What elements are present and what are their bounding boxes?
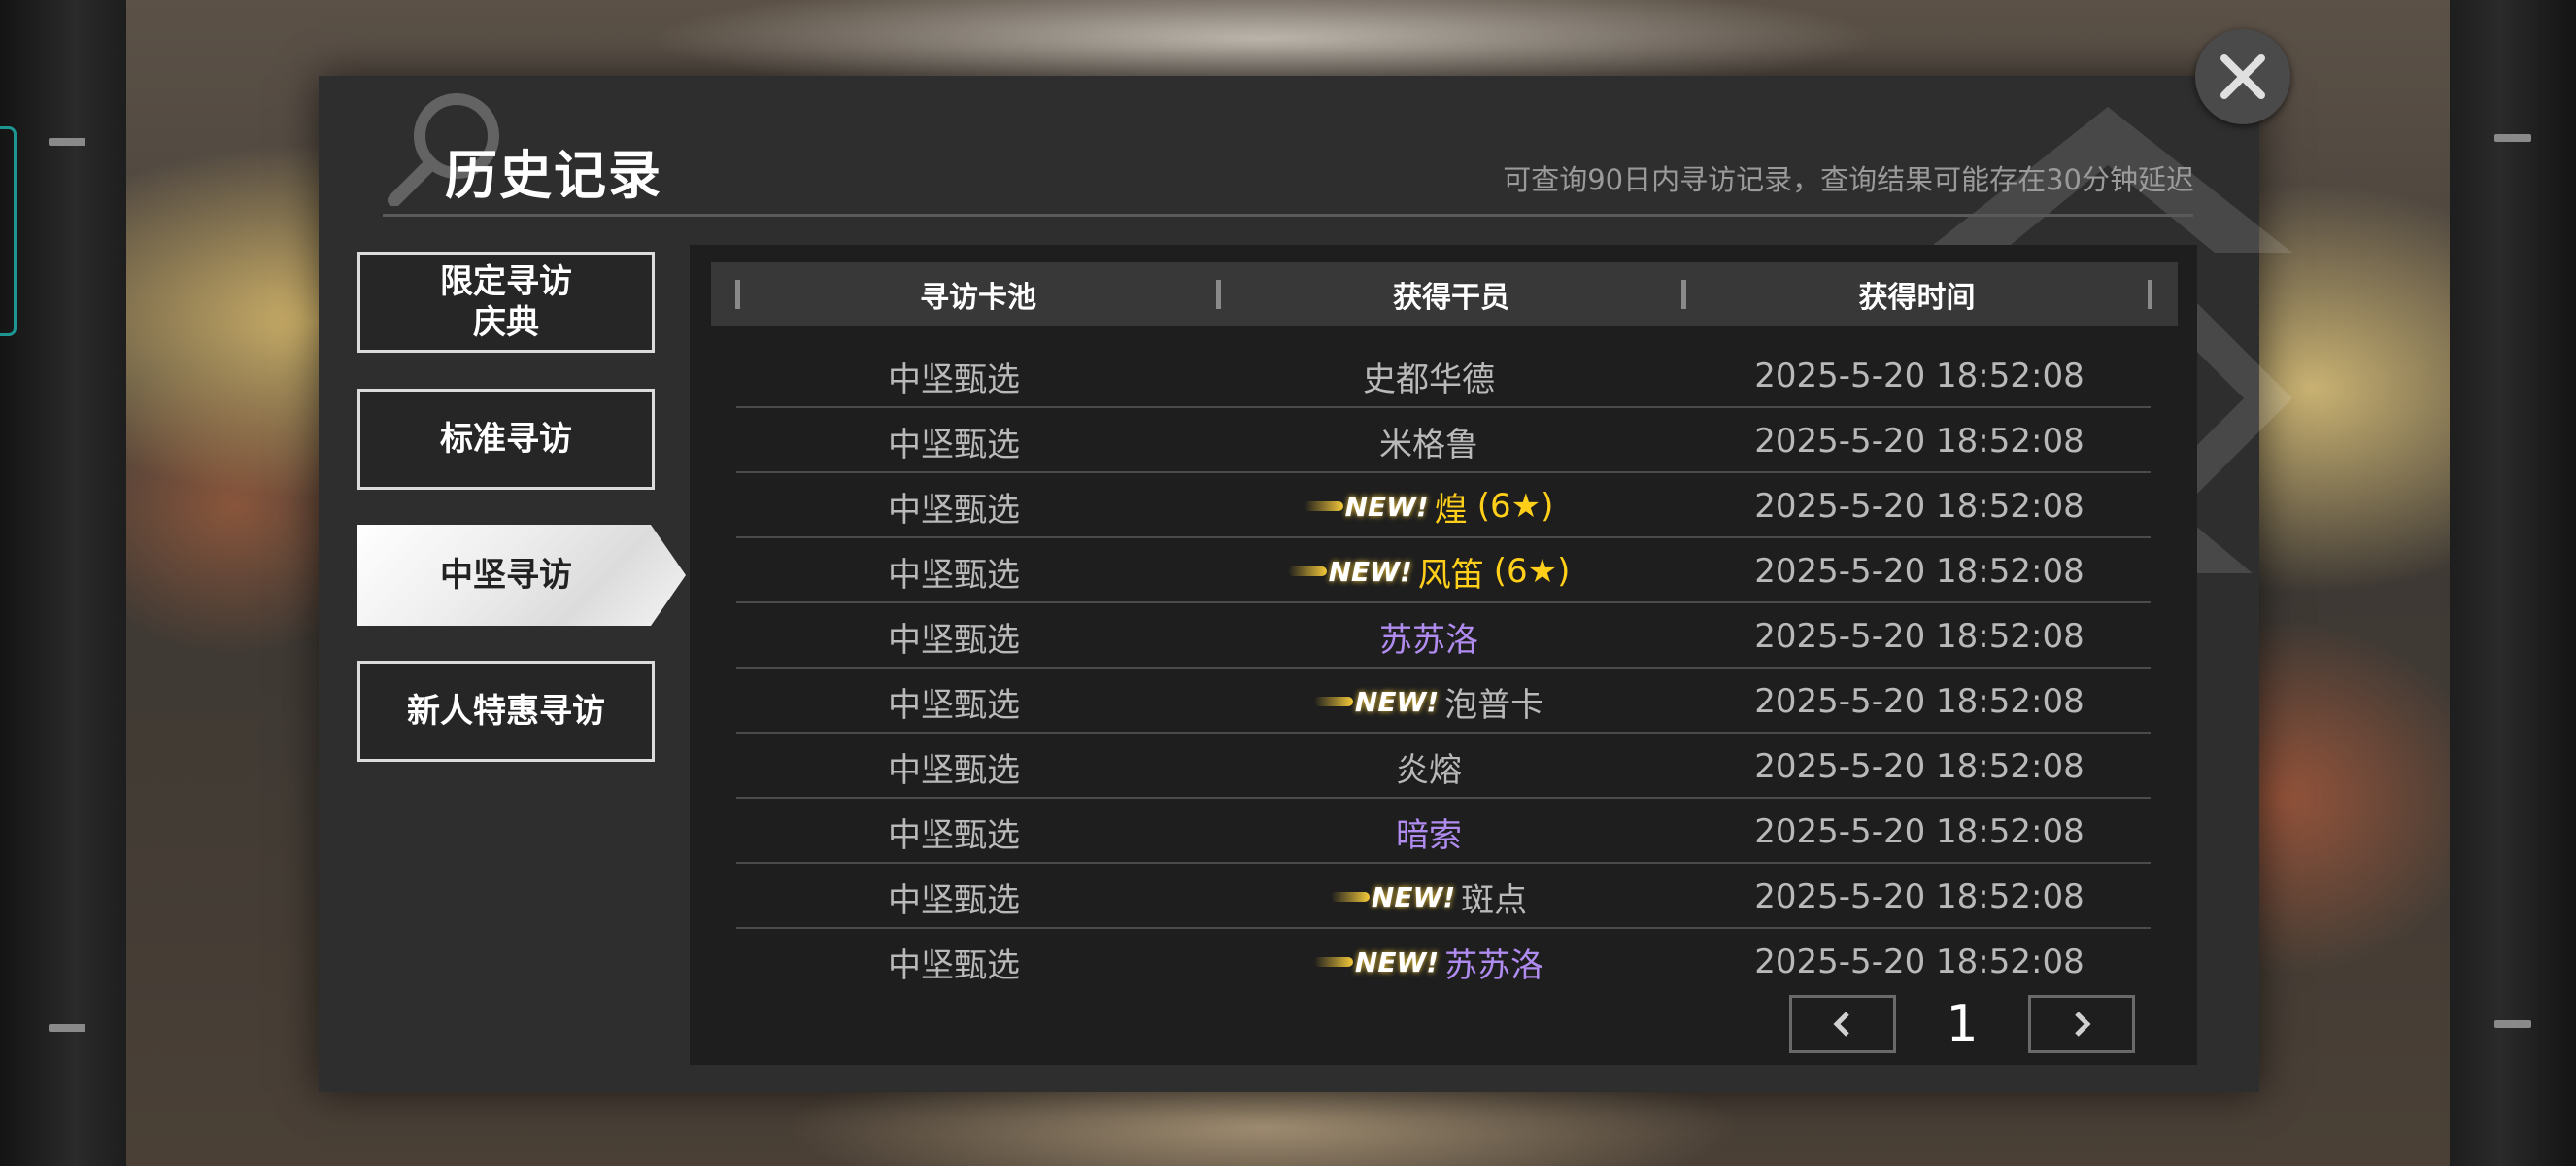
tab-label: 中坚寻访 xyxy=(440,556,572,595)
new-streak-icon xyxy=(1313,957,1353,967)
cell-pool: 中坚甄选 xyxy=(888,555,1020,595)
cell-pool: 中坚甄选 xyxy=(888,360,1020,399)
cell-operator: 暗索 xyxy=(1171,803,1686,861)
row-divider xyxy=(736,536,2151,538)
row-divider xyxy=(736,797,2151,799)
side-indicator xyxy=(0,126,17,336)
cell-operator: NEW! 煌 (6★) xyxy=(1171,477,1686,535)
new-streak-icon xyxy=(1287,566,1327,576)
cell-operator: 苏苏洛 xyxy=(1171,607,1686,666)
operator-name: 煌 xyxy=(1434,490,1468,530)
cell-operator: NEW! 斑点 xyxy=(1171,868,1686,926)
left-frame xyxy=(0,0,126,1166)
new-badge-label: NEW! xyxy=(1354,945,1440,978)
frame-tick xyxy=(2494,1020,2531,1028)
new-badge: NEW! xyxy=(1313,685,1440,718)
close-button[interactable] xyxy=(2195,29,2290,124)
row-divider xyxy=(736,601,2151,603)
tab-newbie-special[interactable]: 新人特惠寻访 xyxy=(357,661,655,762)
operator-name: 暗索 xyxy=(1396,815,1462,855)
cell-pool: 中坚甄选 xyxy=(888,620,1020,660)
cell-time: 2025-5-20 18:52:08 xyxy=(1754,877,2085,916)
page-number: 1 xyxy=(1946,995,1979,1053)
new-badge: NEW! xyxy=(1304,490,1429,523)
row-divider xyxy=(736,471,2151,473)
new-badge-label: NEW! xyxy=(1344,490,1429,523)
query-notice: 可查询90日内寻访记录，查询结果可能存在30分钟延迟 xyxy=(1503,163,2194,196)
cell-time: 2025-5-20 18:52:08 xyxy=(1754,747,2085,786)
cell-time: 2025-5-20 18:52:08 xyxy=(1754,617,2085,656)
rarity-label: (6★) xyxy=(1476,487,1554,526)
tab-standard[interactable]: 标准寻访 xyxy=(357,389,655,490)
tab-core[interactable]: 中坚寻访 xyxy=(357,525,686,626)
chevron-left-icon xyxy=(1833,1012,1849,1037)
tab-label: 新人特惠寻访 xyxy=(407,692,605,731)
frame-tick xyxy=(2494,134,2531,142)
cell-time: 2025-5-20 18:52:08 xyxy=(1754,682,2085,721)
cell-pool: 中坚甄选 xyxy=(888,490,1020,530)
new-badge-label: NEW! xyxy=(1354,685,1440,718)
cell-pool: 中坚甄选 xyxy=(888,815,1020,855)
cell-pool: 中坚甄选 xyxy=(888,685,1020,725)
cell-pool: 中坚甄选 xyxy=(888,750,1020,790)
header-operator: 获得干员 xyxy=(1393,281,1509,315)
operator-name: 米格鲁 xyxy=(1379,425,1478,464)
cell-operator: NEW! 风笛 (6★) xyxy=(1171,542,1686,600)
row-divider xyxy=(736,667,2151,669)
operator-name: 风笛 xyxy=(1417,555,1484,595)
cell-pool: 中坚甄选 xyxy=(888,880,1020,920)
new-streak-icon xyxy=(1330,892,1370,902)
prev-page-button[interactable] xyxy=(1789,995,1896,1053)
tab-label: 限定寻访 庆典 xyxy=(440,262,572,342)
header-time: 获得时间 xyxy=(1858,281,1976,315)
new-badge: NEW! xyxy=(1313,945,1440,978)
new-streak-icon xyxy=(1313,697,1353,706)
tab-limited-celebration[interactable]: 限定寻访 庆典 xyxy=(357,252,655,353)
cell-operator: 米格鲁 xyxy=(1171,412,1686,470)
operator-name: 斑点 xyxy=(1461,880,1528,920)
rarity-label: (6★) xyxy=(1493,552,1571,591)
cell-time: 2025-5-20 18:52:08 xyxy=(1754,943,2085,981)
operator-name: 炎熔 xyxy=(1396,750,1462,790)
cell-operator: NEW! 泡普卡 xyxy=(1171,672,1686,731)
title-divider xyxy=(383,214,2193,217)
frame-tick xyxy=(49,138,85,146)
operator-name: 史都华德 xyxy=(1363,360,1495,399)
row-divider xyxy=(736,862,2151,864)
operator-name: 苏苏洛 xyxy=(1379,620,1478,660)
cell-time: 2025-5-20 18:52:08 xyxy=(1754,487,2085,526)
cell-time: 2025-5-20 18:52:08 xyxy=(1754,357,2085,395)
tab-label: 标准寻访 xyxy=(440,420,572,459)
cell-time: 2025-5-20 18:52:08 xyxy=(1754,422,2085,461)
new-badge-label: NEW! xyxy=(1371,880,1456,913)
new-badge: NEW! xyxy=(1330,880,1456,913)
operator-name: 泡普卡 xyxy=(1444,685,1544,725)
cell-operator: 炎熔 xyxy=(1171,737,1686,796)
cell-operator: 史都华德 xyxy=(1171,347,1686,405)
row-divider xyxy=(736,927,2151,929)
new-badge: NEW! xyxy=(1287,555,1412,588)
row-divider xyxy=(736,732,2151,734)
cell-pool: 中坚甄选 xyxy=(888,425,1020,464)
page-title: 历史记录 xyxy=(445,145,662,206)
header-pool: 寻访卡池 xyxy=(920,281,1036,315)
new-badge-label: NEW! xyxy=(1328,555,1412,588)
new-streak-icon xyxy=(1304,501,1343,511)
next-page-button[interactable] xyxy=(2028,995,2135,1053)
chevron-right-icon xyxy=(2075,1012,2091,1037)
row-divider xyxy=(736,406,2151,408)
close-icon xyxy=(2220,54,2265,99)
header-divider xyxy=(2148,280,2152,309)
cell-time: 2025-5-20 18:52:08 xyxy=(1754,812,2085,851)
right-frame xyxy=(2450,0,2576,1166)
cell-operator: NEW! 苏苏洛 xyxy=(1171,933,1686,991)
frame-tick xyxy=(49,1024,85,1032)
cell-pool: 中坚甄选 xyxy=(888,945,1020,985)
cell-time: 2025-5-20 18:52:08 xyxy=(1754,552,2085,591)
operator-name: 苏苏洛 xyxy=(1444,945,1544,985)
